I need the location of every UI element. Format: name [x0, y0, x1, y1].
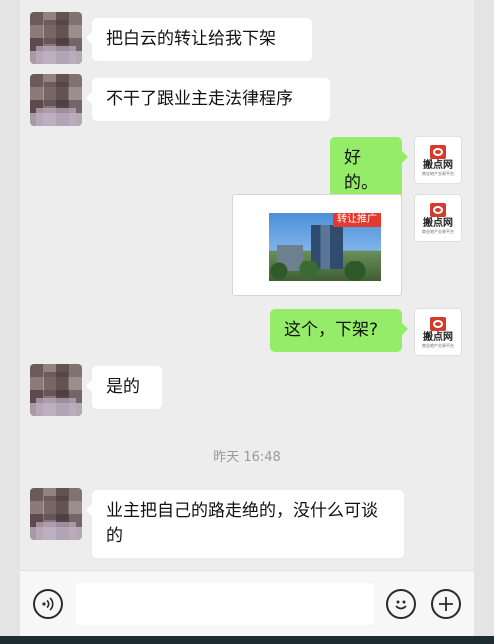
message-input[interactable]: [76, 583, 374, 625]
right-frame: [474, 0, 494, 644]
brand-name: 搬点网: [423, 159, 453, 171]
emoji-button[interactable]: [386, 589, 416, 619]
self-avatar[interactable]: 搬点网 商业地产交易平台: [414, 308, 462, 356]
contact-avatar[interactable]: [30, 364, 82, 416]
left-frame: [0, 0, 20, 644]
contact-avatar[interactable]: [30, 74, 82, 126]
self-avatar[interactable]: 搬点网 商业地产交易平台: [414, 194, 462, 242]
listing-tag: 转让推广: [333, 213, 381, 227]
plus-icon: [439, 597, 453, 611]
brand-name: 搬点网: [423, 331, 453, 343]
smiley-icon: [395, 600, 407, 610]
brand-logo-icon: [430, 202, 446, 217]
input-bar: [20, 570, 474, 636]
message-incoming[interactable]: 不干了跟业主走法律程序: [86, 78, 330, 121]
brand-subtitle: 商业地产交易平台: [422, 342, 454, 348]
brand-subtitle: 商业地产交易平台: [422, 228, 454, 234]
chat-area[interactable]: 把白云的转让给我下架 不干了跟业主走法律程序 好的。 搬点网 商业地产交易平台 …: [20, 0, 474, 570]
brand-logo-icon: [430, 144, 446, 159]
message-outgoing[interactable]: 这个，下架?: [270, 309, 408, 352]
message-text: 好的。: [344, 148, 378, 193]
more-button[interactable]: [431, 589, 461, 619]
timestamp: 昨天 16:48: [213, 450, 281, 465]
voice-button[interactable]: [33, 589, 63, 619]
message-text: 是的: [106, 377, 140, 397]
self-avatar[interactable]: 搬点网 商业地产交易平台: [414, 136, 462, 184]
message-text: 业主把自己的路走绝的，没什么可谈的: [106, 501, 378, 546]
brand-name: 搬点网: [423, 217, 453, 229]
message-text: 把白云的转让给我下架: [106, 29, 276, 49]
message-text: 不干了跟业主走法律程序: [106, 89, 293, 109]
voice-icon: [42, 597, 54, 611]
contact-avatar[interactable]: [30, 488, 82, 540]
trees-shape: [269, 261, 381, 281]
listing-image[interactable]: 转让推广: [269, 213, 381, 281]
contact-avatar[interactable]: [30, 12, 82, 64]
message-incoming[interactable]: 是的: [86, 366, 162, 409]
message-incoming[interactable]: 把白云的转让给我下架: [86, 18, 312, 61]
brand-logo-icon: [430, 316, 446, 331]
brand-subtitle: 商业地产交易平台: [422, 170, 454, 176]
message-text: 这个，下架?: [284, 320, 379, 340]
message-incoming[interactable]: 业主把自己的路走绝的，没什么可谈的: [86, 490, 404, 558]
bottom-bar: [0, 636, 494, 644]
shared-listing-card[interactable]: 转让推广: [232, 194, 402, 296]
